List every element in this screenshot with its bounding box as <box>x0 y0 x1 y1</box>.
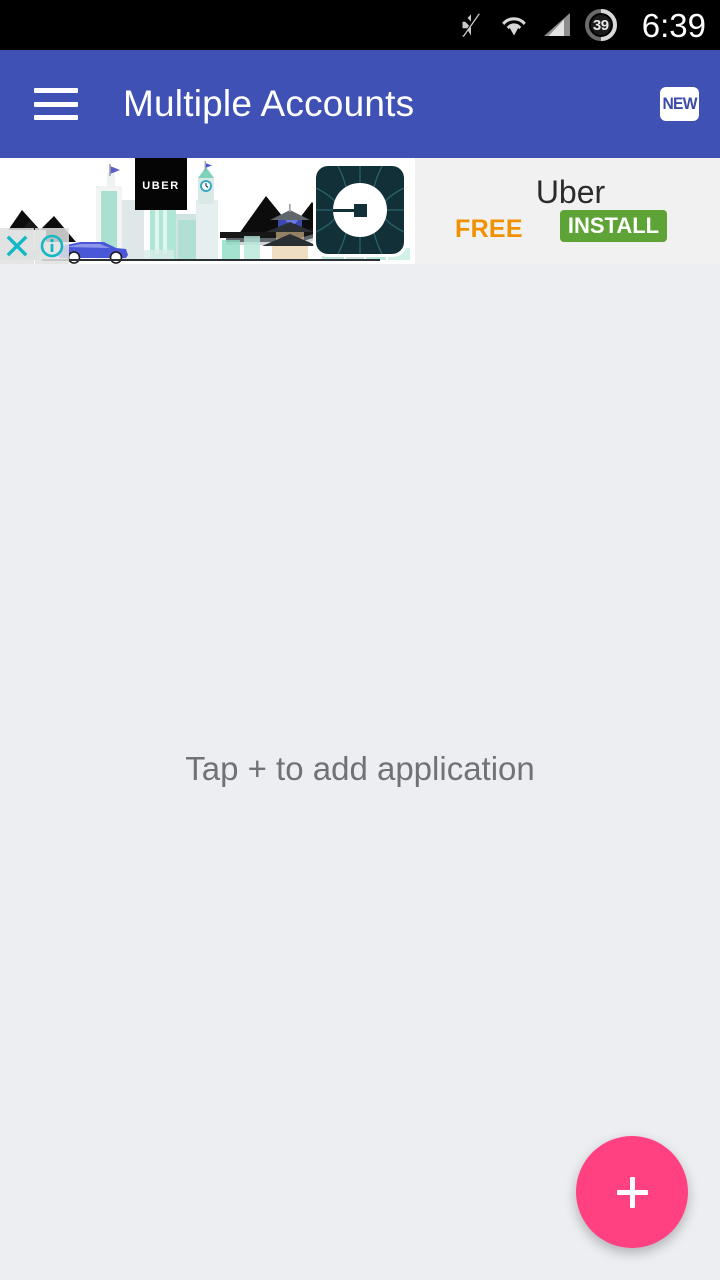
cellular-signal-icon <box>543 13 570 36</box>
mute-icon <box>462 12 480 38</box>
ad-install-button[interactable]: INSTALL <box>560 210 667 242</box>
ad-info-icon[interactable] <box>35 228 69 264</box>
status-bar-icons: 39 6:39 <box>456 8 706 42</box>
ad-install-label: INSTALL <box>567 213 660 238</box>
new-badge-label: NEW <box>662 94 697 113</box>
page-title: Multiple Accounts <box>123 83 415 124</box>
ad-artwork: UBER <box>0 158 415 264</box>
ad-price-label: FREE <box>455 215 523 243</box>
app-bar: Multiple Accounts NEW <box>0 50 720 158</box>
ad-details: Uber FREE INSTALL <box>415 158 720 264</box>
ad-banner[interactable]: UBER Uber FREE INSTALL <box>0 158 720 264</box>
ad-app-title: Uber <box>535 174 606 210</box>
hamburger-bar-3 <box>34 115 78 120</box>
ad-badge-group <box>0 228 69 264</box>
status-bar-clock: 6:39 <box>641 6 706 44</box>
new-badge-button[interactable]: NEW <box>660 87 699 121</box>
status-bar: 39 6:39 <box>0 0 720 50</box>
add-application-fab[interactable] <box>576 1136 688 1248</box>
hamburger-menu-icon[interactable] <box>34 88 78 120</box>
uber-app-icon <box>313 163 407 257</box>
empty-state-message: Tap + to add application <box>185 750 535 787</box>
hamburger-bar-1 <box>34 88 78 93</box>
wifi-icon <box>501 17 526 36</box>
hamburger-bar-2 <box>34 101 78 107</box>
plus-icon-vertical <box>629 1176 635 1208</box>
battery-level-label: 39 <box>592 16 609 34</box>
app-list-area: Tap + to add application <box>0 264 720 1280</box>
svg-text:UBER: UBER <box>142 180 180 192</box>
ad-close-icon[interactable] <box>0 228 34 264</box>
battery-icon: 39 <box>584 8 618 42</box>
